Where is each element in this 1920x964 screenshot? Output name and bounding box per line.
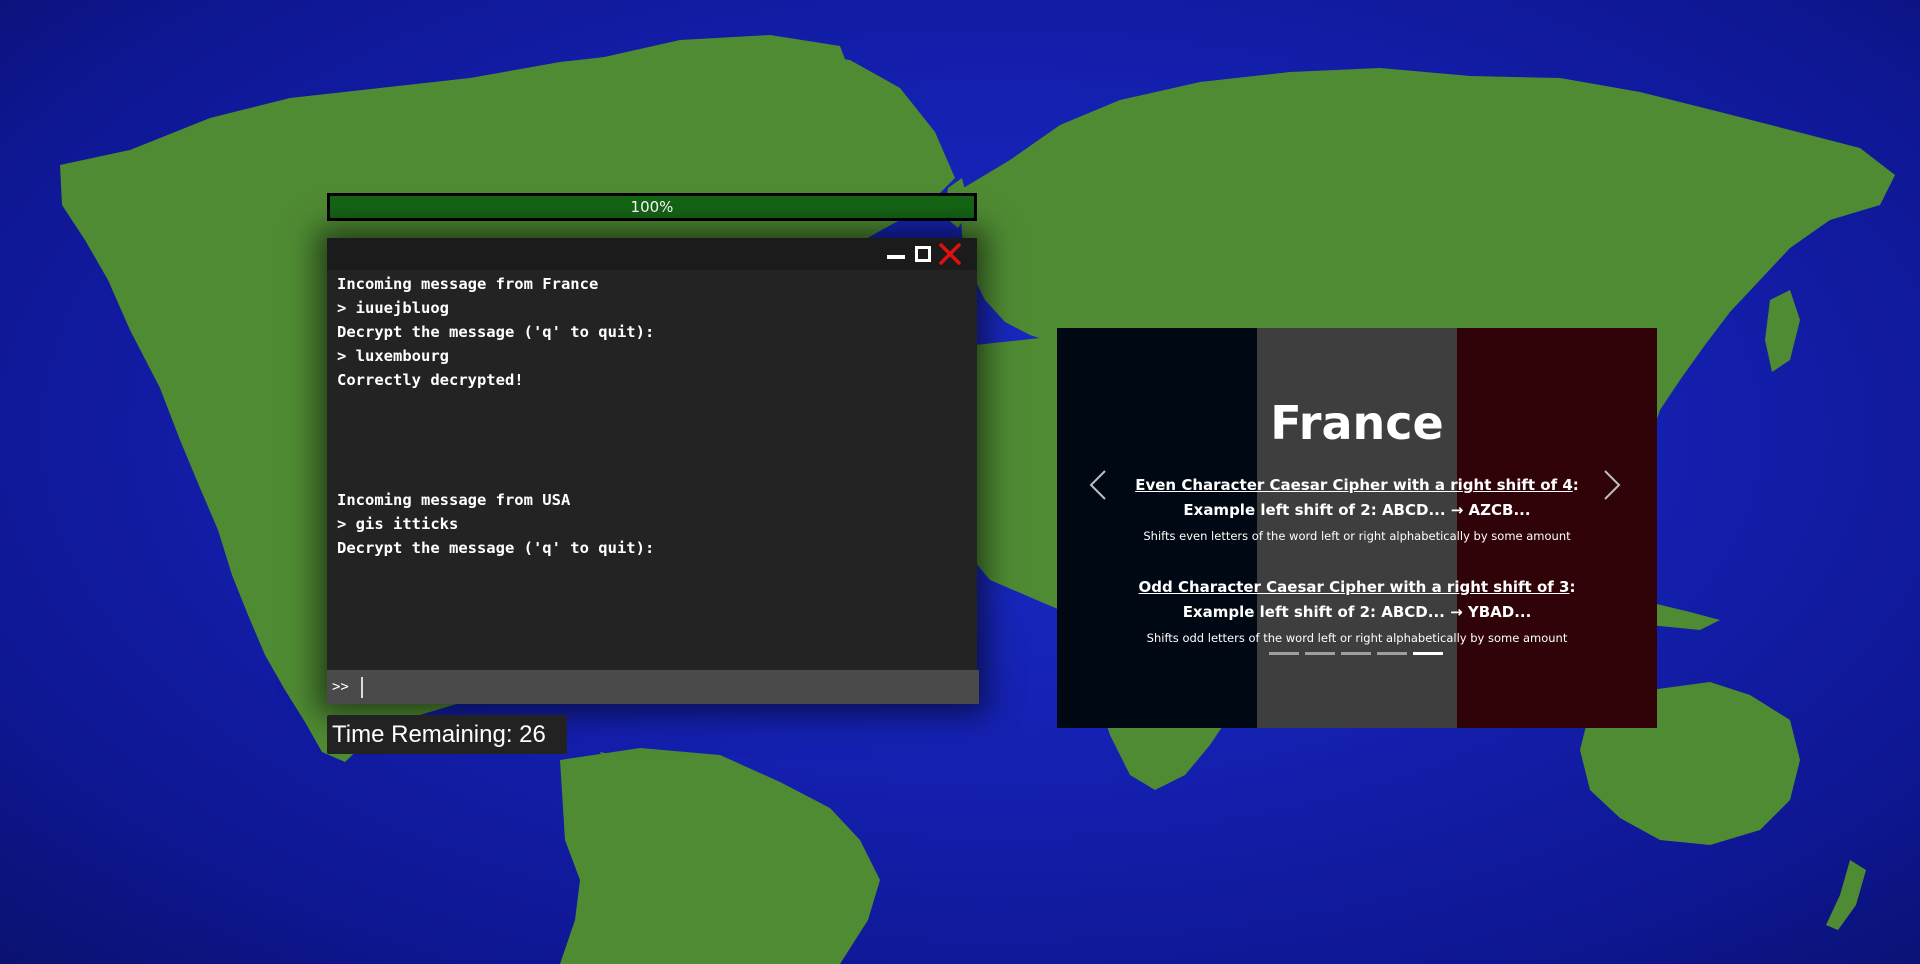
terminal-line: Correctly decrypted! <box>337 371 524 389</box>
terminal-line: > gis itticks <box>337 515 459 533</box>
slide-indicator[interactable] <box>1269 652 1299 655</box>
cipher-description: Shifts odd letters of the word left or r… <box>1146 631 1568 645</box>
terminal-line: Decrypt the message ('q' to quit): <box>337 323 655 341</box>
cipher-example: Example left shift of 2: ABCD... → AZCB.… <box>1183 501 1531 519</box>
cipher-name: Even Character Caesar Cipher with a righ… <box>1135 476 1573 494</box>
country-carousel: France Even Character Caesar Cipher with… <box>1057 328 1657 728</box>
slide-indicator[interactable] <box>1341 652 1371 655</box>
terminal-line: > luxembourg <box>337 347 449 365</box>
slide-indicator[interactable] <box>1377 652 1407 655</box>
terminal-line: Decrypt the message ('q' to quit): <box>337 539 655 557</box>
cipher-description: Shifts even letters of the word left or … <box>1143 529 1571 543</box>
terminal-line: Incoming message from USA <box>337 491 571 509</box>
terminal-line: > iuuejbluog <box>337 299 449 317</box>
close-icon[interactable] <box>937 241 963 267</box>
cipher-info-2: Odd Character Caesar Cipher with a right… <box>1057 575 1657 646</box>
terminal-window: Incoming message from France > iuuejbluo… <box>327 238 979 704</box>
terminal-titlebar[interactable] <box>327 238 977 270</box>
progress-bar: 100% <box>327 193 977 221</box>
cipher-info-1: Even Character Caesar Cipher with a righ… <box>1057 473 1657 544</box>
progress-label: 100% <box>630 198 674 216</box>
command-input[interactable] <box>361 674 961 700</box>
chevron-left-icon[interactable] <box>1079 463 1119 507</box>
japan-landmass <box>1765 290 1800 372</box>
new-zealand-landmass <box>1826 860 1866 930</box>
country-title: France <box>1270 396 1444 450</box>
chevron-right-icon[interactable] <box>1591 463 1631 507</box>
maximize-icon[interactable] <box>912 243 934 265</box>
terminal-prompt: >> <box>332 679 349 695</box>
south-america-landmass <box>560 748 880 964</box>
terminal-input-bar: >> <box>327 670 979 704</box>
cipher-example: Example left shift of 2: ABCD... → YBAD.… <box>1182 603 1532 621</box>
cipher-name: Odd Character Caesar Cipher with a right… <box>1138 578 1570 596</box>
terminal-output: Incoming message from France > iuuejbluo… <box>337 272 967 670</box>
slide-indicator[interactable] <box>1413 652 1443 655</box>
terminal-line: Incoming message from France <box>337 275 599 293</box>
time-remaining: Time Remaining: 26 <box>327 715 567 754</box>
slide-indicator[interactable] <box>1305 652 1335 655</box>
cipher-name-suffix: : <box>1569 578 1576 596</box>
minimize-icon[interactable] <box>885 243 907 265</box>
cipher-name-suffix: : <box>1572 476 1579 494</box>
